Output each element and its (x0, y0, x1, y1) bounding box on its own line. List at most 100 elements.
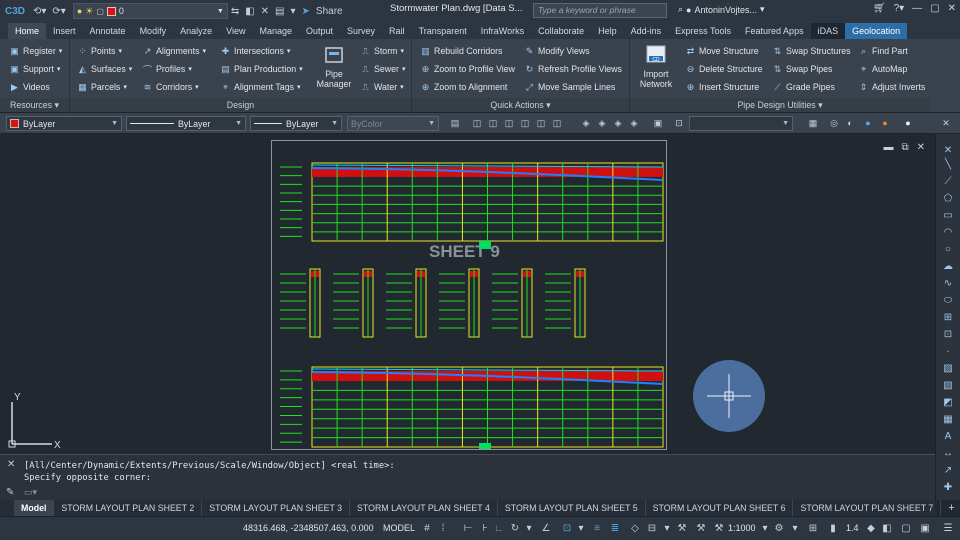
view-tool-icon-9[interactable]: ◈ (596, 117, 608, 129)
gear-icon[interactable]: ⚙ (772, 522, 786, 535)
camera-icon[interactable]: ▣ (652, 117, 664, 129)
maximize-icon[interactable]: ▢ (930, 3, 939, 14)
object-snap-tracking-icon[interactable]: ∠ (539, 522, 553, 535)
hardware-acceleration-icon[interactable]: ◆ (864, 522, 878, 535)
redo-icon[interactable]: ⟳▾ (49, 2, 68, 20)
parcels-button[interactable]: ▦ Parcels ▾ (77, 79, 127, 95)
rectangle-tool-icon[interactable]: ▭ (941, 209, 955, 222)
tab-collaborate[interactable]: Collaborate (531, 23, 591, 39)
table-tool-icon[interactable]: ▦ (941, 413, 955, 426)
tab-layout-sheet-2[interactable]: STORM LAYOUT PLAN SHEET 2 (54, 500, 203, 516)
tab-geolocation[interactable]: Geolocation (845, 23, 908, 39)
design-panel-title[interactable]: Design (70, 98, 411, 112)
tab-manage[interactable]: Manage (252, 23, 299, 39)
close-icon[interactable]: ✕ (7, 459, 15, 470)
sphere-realistic-icon[interactable]: ● (879, 117, 891, 129)
object-snap-menu-icon[interactable]: ▾ (574, 522, 588, 535)
insert-block-icon[interactable]: ⊞ (941, 311, 955, 324)
pipe-design-utilities-panel-title[interactable]: Pipe Design Utilities ▾ (630, 98, 930, 112)
zoom-to-alignment-button[interactable]: ⊕ Zoom to Alignment (420, 79, 508, 95)
annotation-visibility-icon[interactable]: ⚒ (675, 522, 689, 535)
properties-icon[interactable]: ▤ (272, 2, 287, 20)
layer-dropdown[interactable]: ● ☀ ▢ 0 ▼ (72, 3, 228, 19)
move-structure-button[interactable]: ⇄ Move Structure (685, 43, 759, 59)
annotation-scale-icon[interactable]: ⚒ (712, 522, 726, 535)
match-layer-icon[interactable]: ⇆ (228, 2, 242, 20)
lineweight-dropdown[interactable]: ByLayer ▼ (250, 116, 342, 131)
view-tool-icon-1[interactable]: ▤ (449, 117, 461, 129)
sphere-wire-icon[interactable]: ◎ (828, 117, 840, 129)
snap-icon[interactable]: ⁞ (436, 522, 450, 535)
help-icon[interactable]: ?▾ (894, 3, 905, 14)
leader-tool-icon[interactable]: ↗ (941, 464, 955, 477)
polygon-tool-icon[interactable]: ⬠ (941, 192, 955, 205)
swap-pipes-button[interactable]: ⇅ Swap Pipes (772, 61, 833, 77)
sphere-hidden-icon[interactable]: ◐ (844, 117, 856, 129)
point-tool-icon[interactable]: · (941, 345, 955, 358)
user-menu[interactable]: ⌕ ● AntoninVojtes... ▾ (678, 4, 765, 15)
viewport-restore-icon[interactable]: ⧉ (901, 142, 908, 153)
minimize-icon[interactable]: — (912, 3, 922, 14)
modify-views-button[interactable]: ✎ Modify Views (524, 43, 590, 59)
delete-structure-button[interactable]: ⊖ Delete Structure (685, 61, 763, 77)
tab-rail[interactable]: Rail (382, 23, 412, 39)
tab-infraworks[interactable]: InfraWorks (474, 23, 531, 39)
tab-layout-sheet-5[interactable]: STORM LAYOUT PLAN SHEET 5 (498, 500, 646, 516)
model-space-button[interactable]: MODEL (383, 523, 415, 533)
polyline-tool-icon[interactable]: ⟋ (941, 175, 955, 188)
tab-view[interactable]: View (219, 23, 252, 39)
drawing-sheet[interactable]: SHEET 9 (271, 140, 667, 450)
grade-pipes-button[interactable]: ⟋ Grade Pipes (772, 79, 835, 95)
chevron-down-icon[interactable]: ▾ (758, 522, 772, 535)
tab-layout-sheet-3[interactable]: STORM LAYOUT PLAN SHEET 3 (202, 500, 351, 516)
move-sample-lines-button[interactable]: ⤢ Move Sample Lines (524, 79, 615, 95)
dimension-tool-icon[interactable]: ↔ (941, 447, 955, 460)
tab-layout-sheet-7[interactable]: STORM LAYOUT PLAN SHEET 7 (793, 500, 942, 516)
color-dropdown[interactable]: ByLayer ▼ (6, 116, 122, 131)
ellipse-tool-icon[interactable]: ⬭ (941, 294, 955, 307)
ortho-icon[interactable]: ∟ (492, 522, 506, 535)
view-tool-icon-3[interactable]: ◫ (487, 117, 499, 129)
customize-menu-icon[interactable]: ☰ (941, 522, 955, 535)
view-tool-icon-2[interactable]: ◫ (471, 117, 483, 129)
gradient-tool-icon[interactable]: ▧ (941, 379, 955, 392)
close-icon[interactable]: ✕ (940, 117, 952, 129)
tab-analyze[interactable]: Analyze (173, 23, 219, 39)
pipe-manager-button[interactable]: Pipe Manager (314, 43, 354, 89)
linetype-dropdown[interactable]: ByLayer ▼ (126, 116, 246, 131)
grid-icon[interactable]: # (420, 522, 434, 535)
customize-icon[interactable]: ▾ (288, 2, 299, 20)
videos-button[interactable]: ▶ Videos (9, 79, 50, 95)
tab-output[interactable]: Output (299, 23, 340, 39)
tab-express-tools[interactable]: Express Tools (668, 23, 738, 39)
quick-properties-icon[interactable]: ▮ (826, 522, 840, 535)
infer-constraints-icon[interactable]: ⊢ (461, 522, 475, 535)
share-button[interactable]: Share (313, 2, 346, 20)
named-view-dropdown[interactable]: ▼ (689, 116, 793, 131)
3d-osnap-icon[interactable]: ⊟ (645, 522, 659, 535)
object-snap-icon[interactable]: ⊡ (560, 522, 574, 535)
plan-production-button[interactable]: ▤ Plan Production ▾ (220, 61, 302, 77)
region-tool-icon[interactable]: ◩ (941, 396, 955, 409)
sphere-shaded-icon[interactable]: ● (862, 117, 874, 129)
water-button[interactable]: ⎍ Water ▾ (360, 79, 403, 95)
viewport-minimize-icon[interactable]: ▬ (883, 142, 893, 153)
tab-featured-apps[interactable]: Featured Apps (738, 23, 811, 39)
adjust-inverts-button[interactable]: ⇕ Adjust Inverts (858, 79, 926, 95)
view-tool-icon-10[interactable]: ◈ (612, 117, 624, 129)
share-icon[interactable]: ➤ (299, 2, 313, 20)
automap-button[interactable]: ⌖ AutoMap (858, 61, 907, 77)
undo-icon[interactable]: ⟲▾ (30, 2, 49, 20)
mtext-tool-icon[interactable]: A (941, 430, 955, 443)
register-button[interactable]: ▣ Register ▾ (9, 43, 62, 59)
arc-tool-icon[interactable]: ◠ (941, 226, 955, 239)
tab-help[interactable]: Help (591, 23, 624, 39)
units-icon[interactable]: ⊞ (806, 522, 820, 535)
tab-layout-sheet-4[interactable]: STORM LAYOUT PLAN SHEET 4 (350, 500, 498, 516)
customize-icon[interactable]: ✎ (6, 487, 14, 498)
search-input[interactable]: Type a keyword or phrase (533, 3, 667, 18)
hatch-tool-icon[interactable]: ▨ (941, 362, 955, 375)
profiles-button[interactable]: ⌒ Profiles ▾ (142, 61, 192, 77)
view-tool-icon-6[interactable]: ◫ (535, 117, 547, 129)
polar-icon[interactable]: ↻ (508, 522, 522, 535)
